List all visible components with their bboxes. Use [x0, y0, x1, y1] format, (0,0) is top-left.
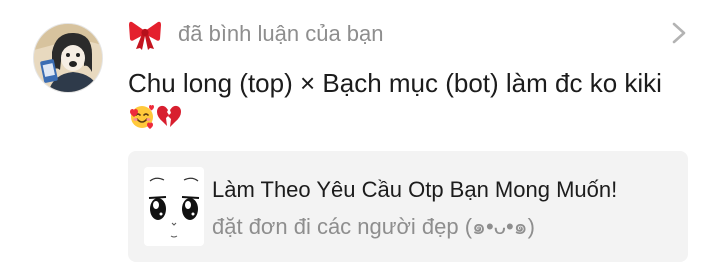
- notification-item[interactable]: đã bình luận của bạn Chu long (top) × Bạ…: [0, 0, 720, 276]
- comment-body: Chu long (top) × Bạch mục (bot) làm đc k…: [128, 66, 668, 134]
- post-thumbnail: [144, 167, 204, 246]
- notification-header: đã bình luận của bạn: [128, 16, 384, 52]
- action-text: đã bình luận của bạn: [178, 21, 384, 46]
- comment-text: Chu long (top) × Bạch mục (bot) làm đc k…: [128, 68, 662, 98]
- post-title: Làm Theo Yêu Cầu Otp Bạn Mong Muốn!: [212, 177, 618, 202]
- smiling-face-with-hearts-icon: [130, 105, 154, 129]
- linked-post-card[interactable]: Làm Theo Yêu Cầu Otp Bạn Mong Muốn! đặt …: [128, 151, 688, 262]
- ribbon-bow-icon: [129, 21, 161, 50]
- broken-heart-icon: [157, 105, 181, 127]
- post-subtitle: đặt đơn đi các người đẹp (๑•ᴗ•๑): [212, 214, 535, 239]
- chevron-right-icon[interactable]: [668, 20, 690, 46]
- user-avatar[interactable]: [33, 23, 103, 93]
